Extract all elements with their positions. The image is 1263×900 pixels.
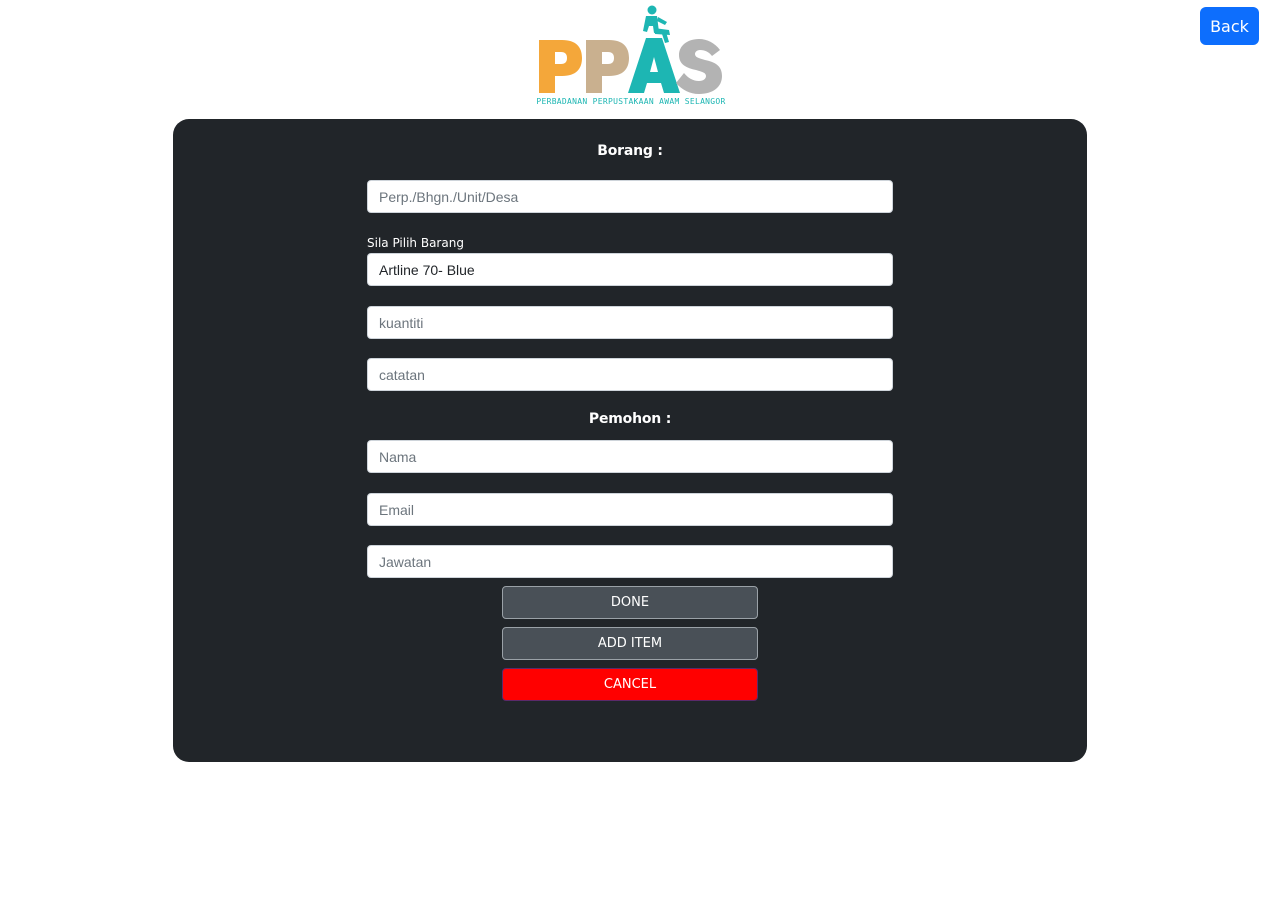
email-input[interactable] <box>367 493 893 526</box>
ppas-logo-graphic: PERBADANAN PERPUSTAKAAN AWAM SELANGOR <box>536 5 725 106</box>
item-select-label: Sila Pilih Barang <box>367 236 464 250</box>
done-button[interactable]: DONE <box>502 586 758 619</box>
cancel-button[interactable]: CANCEL <box>502 668 758 701</box>
quantity-input[interactable] <box>367 306 893 339</box>
back-button[interactable]: Back <box>1200 7 1259 45</box>
logo-subtitle: PERBADANAN PERPUSTAKAAN AWAM SELANGOR <box>536 97 725 106</box>
item-select-value: Artline 70- Blue <box>379 261 475 278</box>
pemohon-heading: Pemohon : <box>588 411 672 427</box>
ppas-logo: PERBADANAN PERPUSTAKAAN AWAM SELANGOR <box>536 2 726 108</box>
position-input[interactable] <box>367 545 893 578</box>
add-item-button[interactable]: ADD ITEM <box>502 627 758 660</box>
department-input[interactable] <box>367 180 893 213</box>
borang-heading: Borang : <box>597 143 663 159</box>
name-input[interactable] <box>367 440 893 473</box>
item-select[interactable]: Artline 70- Blue <box>367 253 893 286</box>
notes-input[interactable] <box>367 358 893 391</box>
form-card: Borang : Sila Pilih Barang Artline 70- B… <box>173 119 1087 762</box>
